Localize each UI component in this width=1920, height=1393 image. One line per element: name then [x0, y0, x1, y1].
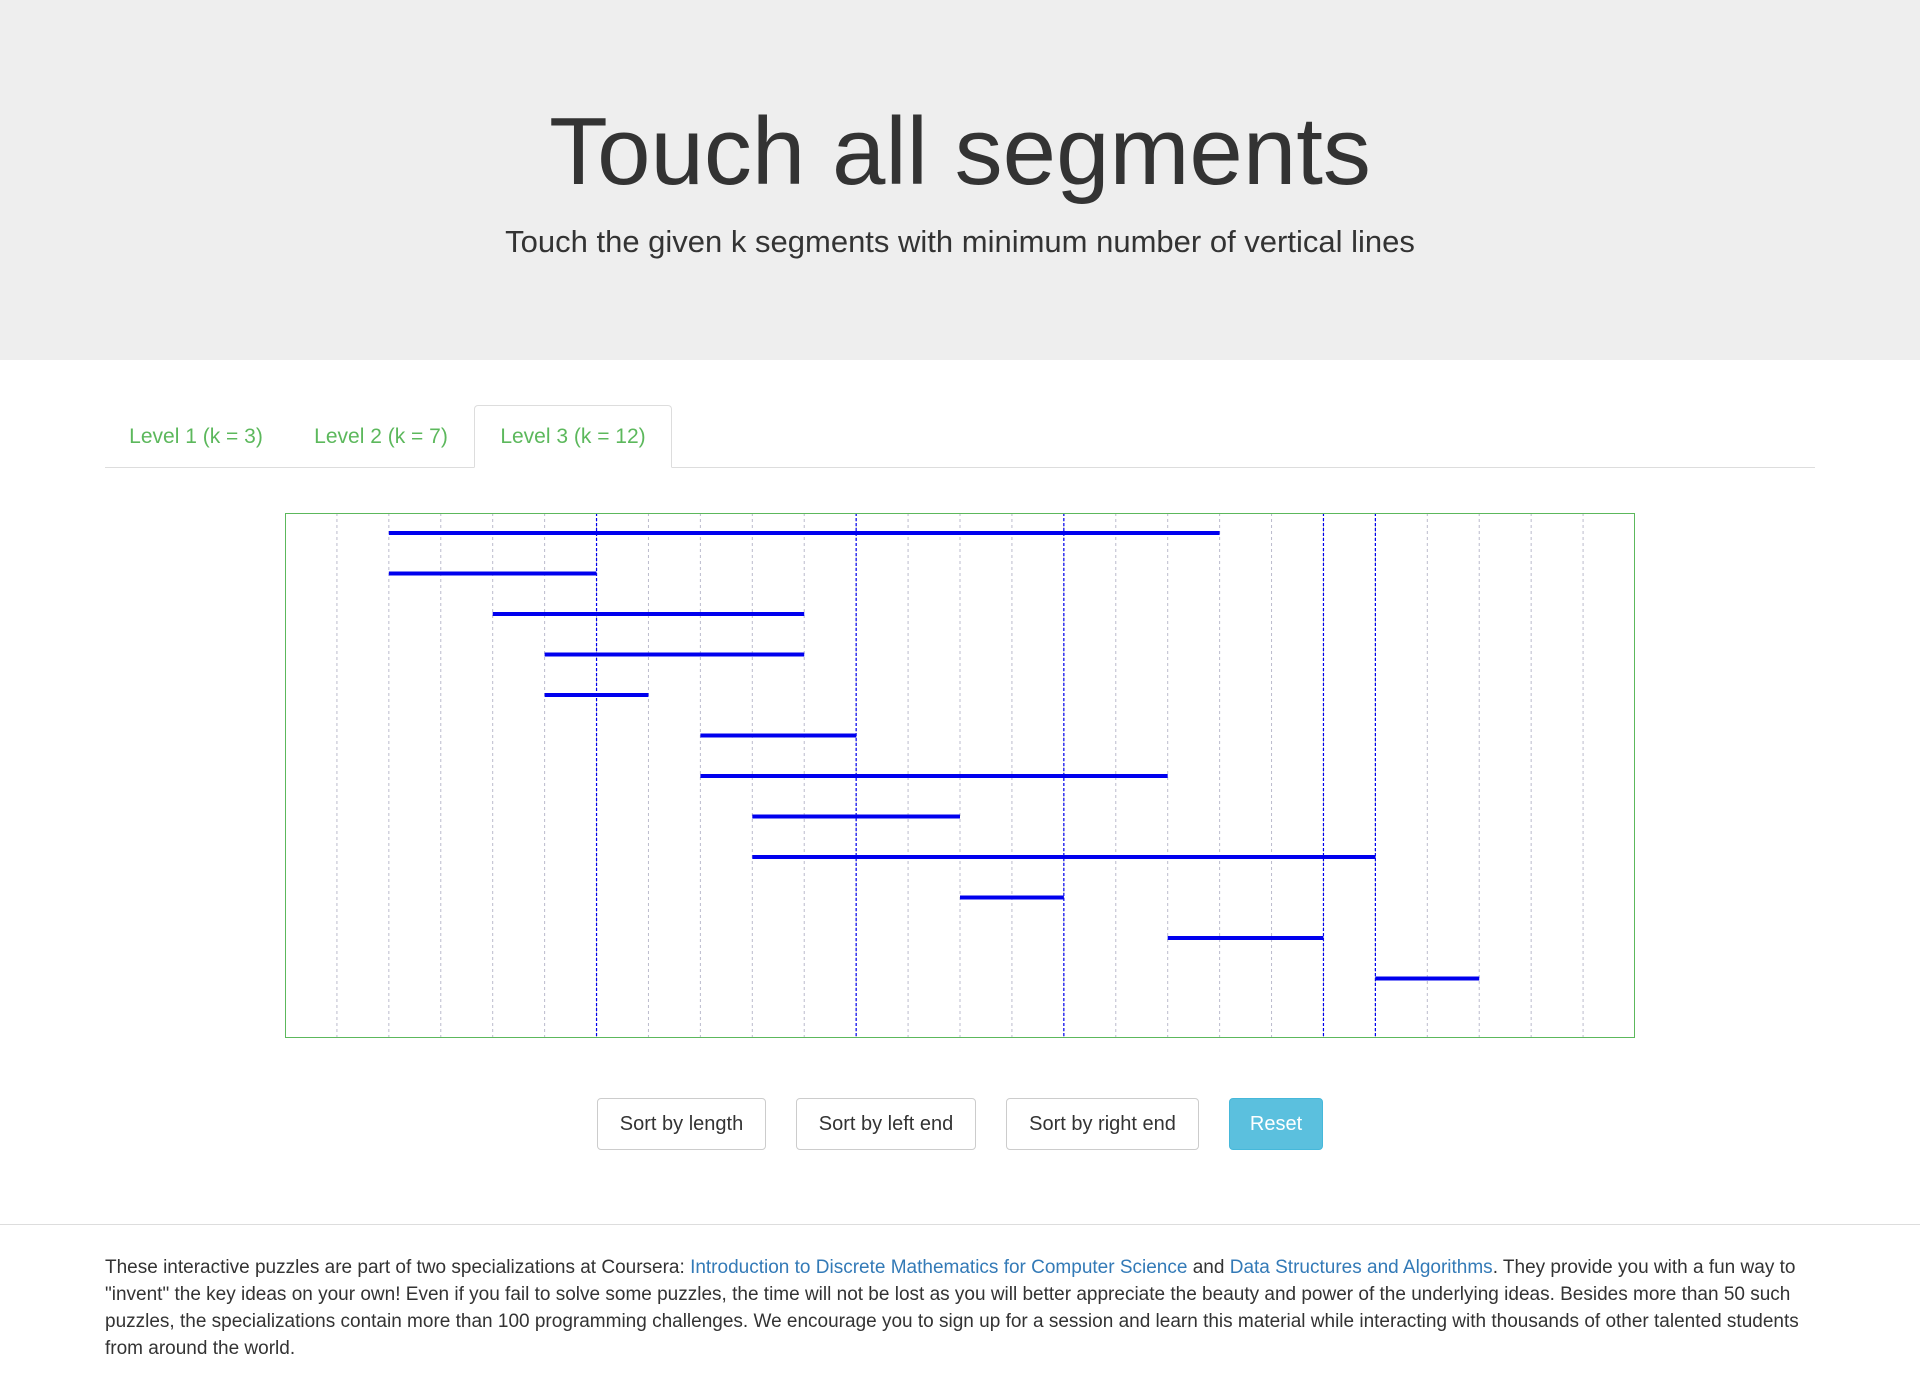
level-tabs: Level 1 (k = 3) Level 2 (k = 7) Level 3 … — [105, 405, 1815, 468]
sort-by-right-end-button[interactable]: Sort by right end — [1006, 1098, 1199, 1150]
page-title: Touch all segments — [549, 98, 1371, 205]
reset-button[interactable]: Reset — [1229, 1098, 1323, 1150]
footer-text-part-1: These interactive puzzles are part of tw… — [105, 1257, 691, 1278]
footer-text-part-2: and — [1187, 1257, 1230, 1278]
header-banner: Touch all segments Touch the given k seg… — [0, 0, 1920, 360]
sort-by-length-button[interactable]: Sort by length — [597, 1098, 766, 1150]
footer-text: These interactive puzzles are part of tw… — [105, 1254, 1815, 1362]
sort-by-left-end-button[interactable]: Sort by left end — [796, 1098, 976, 1150]
tab-level-3[interactable]: Level 3 (k = 12) — [474, 405, 672, 468]
button-bar: Sort by length Sort by left end Sort by … — [0, 1098, 1920, 1150]
segment-board-canvas[interactable] — [285, 513, 1635, 1038]
discrete-math-link[interactable]: Introduction to Discrete Mathematics for… — [690, 1257, 1187, 1278]
tab-level-1[interactable]: Level 1 (k = 3) — [105, 405, 287, 467]
footer-divider — [0, 1224, 1920, 1225]
page-subtitle: Touch the given k segments with minimum … — [505, 224, 1415, 259]
data-structures-link[interactable]: Data Structures and Algorithms — [1230, 1257, 1493, 1278]
tab-level-2[interactable]: Level 2 (k = 7) — [289, 405, 473, 467]
segment-board[interactable] — [285, 513, 1635, 1038]
